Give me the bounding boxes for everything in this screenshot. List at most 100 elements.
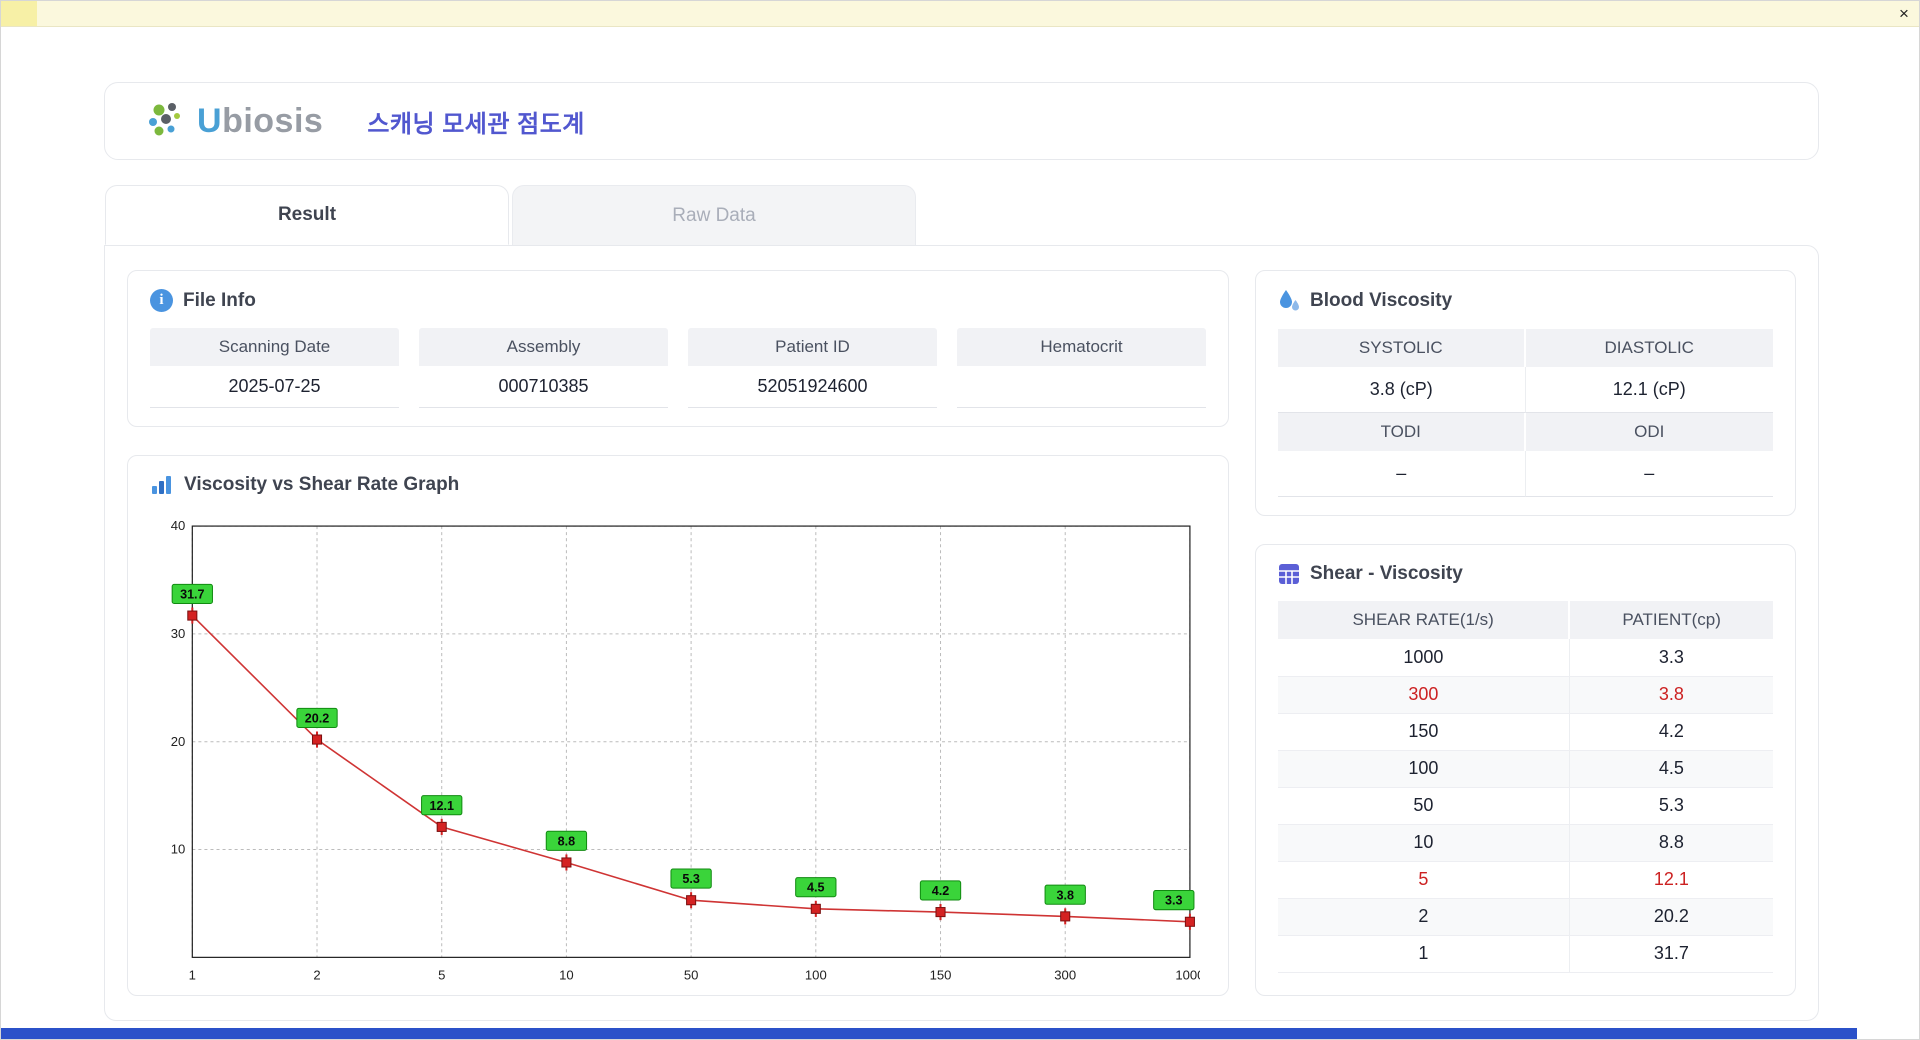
cell-rate: 50 bbox=[1278, 787, 1569, 824]
logo-dots-icon bbox=[147, 100, 187, 142]
svg-text:1000: 1000 bbox=[1175, 968, 1200, 983]
graph-title-row: Viscosity vs Shear Rate Graph bbox=[150, 474, 1206, 496]
svg-text:10: 10 bbox=[171, 842, 186, 857]
file-info-title-row: i File Info bbox=[150, 289, 1206, 312]
blood-viscosity-card: Blood Viscosity SYSTOLIC DIASTOLIC 3.8 (… bbox=[1255, 270, 1796, 516]
svg-text:50: 50 bbox=[684, 968, 699, 983]
logo-text: Ubiosis bbox=[197, 102, 323, 141]
bv-header-systolic: SYSTOLIC bbox=[1278, 329, 1526, 367]
taskbar-strip bbox=[1, 1028, 1857, 1039]
field-scanning-date: Scanning Date 2025-07-25 bbox=[150, 328, 399, 408]
titlebar-accent bbox=[1, 1, 37, 26]
svg-text:5.3: 5.3 bbox=[682, 872, 700, 886]
droplet-icon bbox=[1278, 289, 1300, 313]
page-title: 스캐닝 모세관 점도계 bbox=[367, 104, 585, 139]
cell-patient: 20.2 bbox=[1569, 898, 1773, 935]
column-patient: PATIENT(cp) bbox=[1569, 601, 1773, 639]
header-card: Ubiosis 스캐닝 모세관 점도계 bbox=[104, 82, 1819, 160]
field-value: 52051924600 bbox=[688, 366, 937, 408]
file-info-card: i File Info Scanning Date 2025-07-25 Ass… bbox=[127, 270, 1229, 427]
table-header-row: SHEAR RATE(1/s) PATIENT(cp) bbox=[1278, 601, 1773, 639]
cell-rate: 1000 bbox=[1278, 639, 1569, 676]
cell-patient: 12.1 bbox=[1569, 861, 1773, 898]
svg-text:8.8: 8.8 bbox=[558, 834, 576, 848]
svg-text:4.2: 4.2 bbox=[932, 884, 950, 898]
viscosity-graph-card: Viscosity vs Shear Rate Graph 1020304012… bbox=[127, 455, 1229, 996]
app-body: Ubiosis 스캐닝 모세관 점도계 Result Raw Data i Fi… bbox=[1, 27, 1919, 1039]
title-bar: × bbox=[1, 1, 1919, 27]
svg-text:1: 1 bbox=[189, 968, 196, 983]
table-grid-icon bbox=[1278, 563, 1300, 585]
svg-text:30: 30 bbox=[171, 626, 186, 641]
bv-header-odi: ODI bbox=[1526, 413, 1774, 451]
cell-patient: 8.8 bbox=[1569, 824, 1773, 861]
viscosity-chart: 102030401251050100150300100031.720.212.1… bbox=[150, 512, 1206, 977]
cell-rate: 1 bbox=[1278, 935, 1569, 972]
svg-text:10: 10 bbox=[559, 968, 574, 983]
cell-rate: 2 bbox=[1278, 898, 1569, 935]
field-patient-id: Patient ID 52051924600 bbox=[688, 328, 937, 408]
cell-patient: 4.5 bbox=[1569, 750, 1773, 787]
field-label: Patient ID bbox=[688, 328, 937, 366]
ubiosis-logo: Ubiosis bbox=[147, 100, 323, 142]
cell-rate: 100 bbox=[1278, 750, 1569, 787]
field-label: Scanning Date bbox=[150, 328, 399, 366]
close-icon[interactable]: × bbox=[1889, 1, 1919, 27]
file-info-fields: Scanning Date 2025-07-25 Assembly 000710… bbox=[150, 328, 1206, 408]
table-row: 220.2 bbox=[1278, 898, 1773, 935]
svg-text:2: 2 bbox=[313, 968, 320, 983]
bv-header-diastolic: DIASTOLIC bbox=[1526, 329, 1774, 367]
table-row: 131.7 bbox=[1278, 935, 1773, 972]
field-hematocrit: Hematocrit bbox=[957, 328, 1206, 408]
table-row: 1504.2 bbox=[1278, 713, 1773, 750]
svg-text:4.5: 4.5 bbox=[807, 881, 825, 895]
table-row: 512.1 bbox=[1278, 861, 1773, 898]
cell-rate: 150 bbox=[1278, 713, 1569, 750]
cell-patient: 4.2 bbox=[1569, 713, 1773, 750]
logo-letter-u: U bbox=[197, 102, 222, 140]
cell-patient: 3.3 bbox=[1569, 639, 1773, 676]
svg-text:40: 40 bbox=[171, 518, 186, 533]
blood-viscosity-title: Blood Viscosity bbox=[1310, 290, 1452, 312]
svg-text:300: 300 bbox=[1054, 968, 1076, 983]
bv-value-todi: – bbox=[1278, 451, 1526, 497]
cell-patient: 31.7 bbox=[1569, 935, 1773, 972]
cell-rate: 10 bbox=[1278, 824, 1569, 861]
table-row: 3003.8 bbox=[1278, 676, 1773, 713]
bv-header-todi: TODI bbox=[1278, 413, 1526, 451]
column-shear-rate: SHEAR RATE(1/s) bbox=[1278, 601, 1569, 639]
file-info-title: File Info bbox=[183, 290, 256, 312]
svg-text:12.1: 12.1 bbox=[429, 799, 453, 813]
app-window: × Ubiosis 스캐닝 모세관 점도계 Result Ra bbox=[0, 0, 1920, 1040]
blood-viscosity-title-row: Blood Viscosity bbox=[1278, 289, 1773, 313]
svg-text:100: 100 bbox=[805, 968, 827, 983]
cell-patient: 3.8 bbox=[1569, 676, 1773, 713]
field-label: Assembly bbox=[419, 328, 668, 366]
svg-text:20: 20 bbox=[171, 734, 186, 749]
graph-title: Viscosity vs Shear Rate Graph bbox=[184, 474, 459, 496]
right-column: Blood Viscosity SYSTOLIC DIASTOLIC 3.8 (… bbox=[1255, 270, 1796, 996]
shear-viscosity-title: Shear - Viscosity bbox=[1310, 563, 1463, 585]
tab-raw-data[interactable]: Raw Data bbox=[512, 185, 916, 245]
field-value: 2025-07-25 bbox=[150, 366, 399, 408]
svg-text:150: 150 bbox=[930, 968, 952, 983]
tab-bar: Result Raw Data bbox=[104, 185, 1819, 245]
bar-chart-icon bbox=[150, 474, 174, 496]
cell-rate: 5 bbox=[1278, 861, 1569, 898]
field-label: Hematocrit bbox=[957, 328, 1206, 366]
table-row: 1004.5 bbox=[1278, 750, 1773, 787]
field-value: 000710385 bbox=[419, 366, 668, 408]
tab-result[interactable]: Result bbox=[105, 185, 509, 245]
info-icon: i bbox=[150, 289, 173, 312]
field-value bbox=[957, 366, 1206, 408]
table-row: 505.3 bbox=[1278, 787, 1773, 824]
shear-viscosity-card: Shear - Viscosity SHEAR RATE(1/s) PATIEN… bbox=[1255, 544, 1796, 996]
field-assembly: Assembly 000710385 bbox=[419, 328, 668, 408]
cell-patient: 5.3 bbox=[1569, 787, 1773, 824]
svg-text:5: 5 bbox=[438, 968, 445, 983]
svg-text:3.3: 3.3 bbox=[1165, 894, 1183, 908]
table-row: 10003.3 bbox=[1278, 639, 1773, 676]
blood-viscosity-table: SYSTOLIC DIASTOLIC 3.8 (cP) 12.1 (cP) TO… bbox=[1278, 329, 1773, 497]
logo-letters-rest: biosis bbox=[222, 102, 323, 140]
svg-text:20.2: 20.2 bbox=[305, 711, 329, 725]
